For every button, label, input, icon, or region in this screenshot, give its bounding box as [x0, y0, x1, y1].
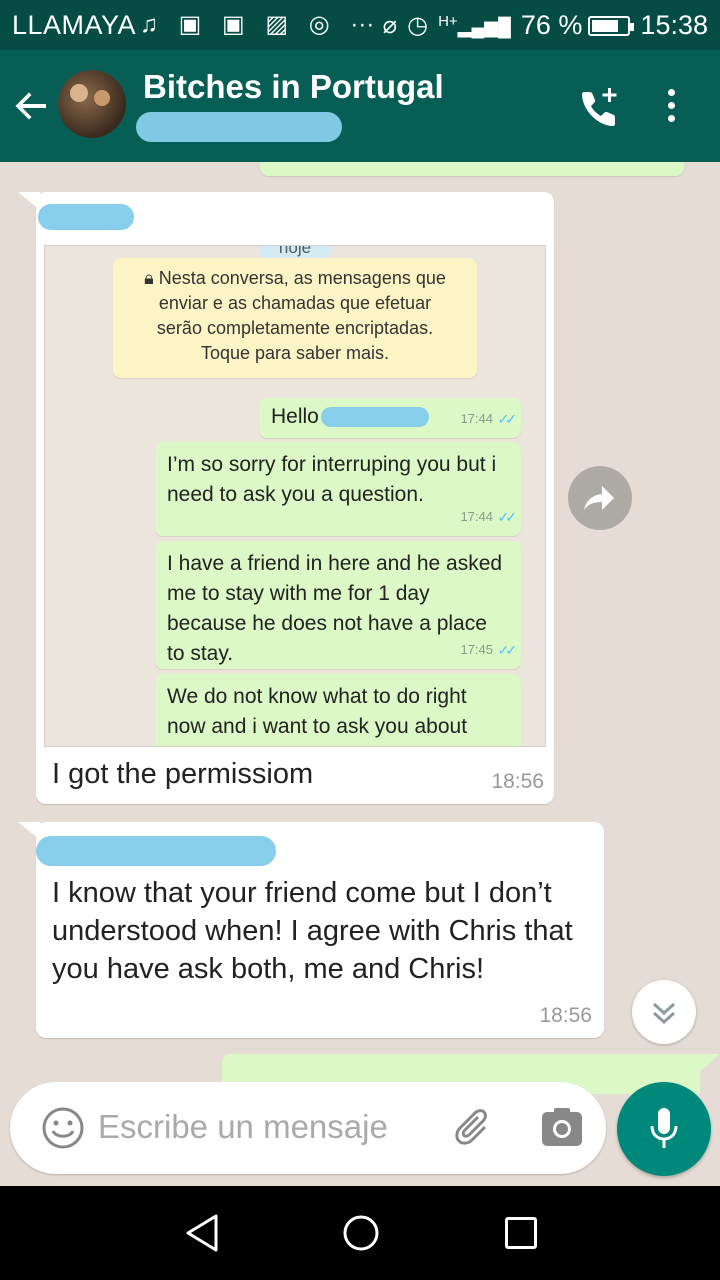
chrome-icon: ◎: [308, 11, 330, 38]
chevron-down-icon[interactable]: [632, 980, 696, 1044]
phone-plus-icon[interactable]: [578, 86, 624, 128]
battery-percent: 76 %: [520, 10, 583, 40]
smiley-icon[interactable]: [40, 1105, 86, 1151]
shared-screenshot-image[interactable]: hoje 🔒︎ Nesta conversa, as mensagens que…: [44, 245, 546, 747]
incoming-image-message[interactable]: hoje 🔒︎ Nesta conversa, as mensagens que…: [36, 192, 554, 804]
chat-title[interactable]: Bitches in Portugal: [143, 68, 444, 106]
chat-header: Bitches in Portugal: [0, 50, 720, 162]
image-icon: ▨: [265, 11, 289, 38]
outgoing-mini-message: Hello 17:44 ✓✓: [259, 398, 521, 438]
message-list[interactable]: hoje 🔒︎ Nesta conversa, as mensagens que…: [0, 162, 720, 1182]
arrow-left-icon[interactable]: [12, 86, 52, 126]
message-input[interactable]: Escribe un mensaje: [98, 1108, 388, 1146]
facebook-icon: ▣: [222, 11, 245, 38]
double-check-icon: ✓✓: [497, 642, 518, 658]
mic-icon[interactable]: [617, 1082, 711, 1176]
nav-recents-icon[interactable]: [505, 1217, 537, 1249]
forward-icon[interactable]: [568, 466, 632, 530]
message-time: 18:56: [491, 770, 544, 793]
vibrate-icon: ⌀: [382, 12, 398, 39]
double-check-icon: ✓✓: [497, 411, 518, 427]
clock: 15:38: [640, 10, 708, 40]
more-vert-icon[interactable]: [662, 86, 680, 126]
message-time: 18:56: [539, 1004, 592, 1027]
redacted-participants: [136, 112, 342, 142]
more-notifications-icon: ···: [350, 11, 375, 38]
system-status: ⌀ ◷ H+▂▄▆█ 76 % 15:38: [383, 10, 708, 41]
outgoing-bubble-partial: [260, 162, 684, 176]
redacted-sender-name: [36, 836, 276, 866]
group-avatar[interactable]: [58, 70, 126, 138]
encryption-notice-line: serão completamente encriptadas.: [156, 318, 434, 338]
encryption-notice: 🔒︎ Nesta conversa, as mensagens que envi…: [113, 258, 477, 378]
redacted-sender-name: [38, 204, 134, 230]
paperclip-icon[interactable]: [450, 1104, 498, 1152]
status-bar: LLAMAYA ♫ ▣ ▣ ▨ ◎ ··· ⌀ ◷ H+▂▄▆█ 76 % 15…: [0, 0, 720, 50]
outgoing-mini-message: We do not know what to do right now and …: [155, 674, 521, 746]
outgoing-mini-message: I have a friend in here and he asked me …: [155, 541, 521, 669]
incoming-text-message[interactable]: I know that your friend come but I don’t…: [36, 822, 604, 1038]
system-nav-bar: [0, 1186, 720, 1280]
music-note-icon: ♫: [140, 11, 158, 38]
battery-icon: [588, 15, 635, 36]
message-caption: I got the permissiom: [52, 758, 314, 790]
outgoing-mini-message: I’m so sorry for interruping you but i n…: [155, 442, 521, 536]
composer: Escribe un mensaje: [10, 1082, 606, 1174]
carrier-name: LLAMAYA: [12, 10, 137, 40]
nav-back-icon[interactable]: [182, 1212, 222, 1254]
encryption-notice-line: enviar e as chamadas que efetuar: [158, 293, 432, 313]
nav-home-icon[interactable]: [342, 1214, 380, 1252]
lock-icon: 🔒︎: [144, 268, 154, 288]
notification-icons: ♫ ▣ ▣ ▨ ◎ ···: [140, 10, 388, 39]
redacted-name: [320, 407, 429, 428]
date-chip: hoje: [259, 246, 331, 258]
facebook-icon: ▣: [178, 11, 202, 38]
encryption-notice-line: 🔒︎ Nesta conversa, as mensagens que: [144, 268, 446, 288]
encryption-notice-line: Toque para saber mais.: [200, 343, 390, 363]
signal-icon: H+▂▄▆█: [438, 13, 511, 37]
alarm-icon: ◷: [407, 12, 429, 39]
double-check-icon: ✓✓: [497, 509, 518, 525]
battery-level: [592, 19, 619, 32]
message-text: I know that your friend come but I don’t…: [52, 877, 573, 985]
camera-icon[interactable]: [540, 1106, 584, 1150]
